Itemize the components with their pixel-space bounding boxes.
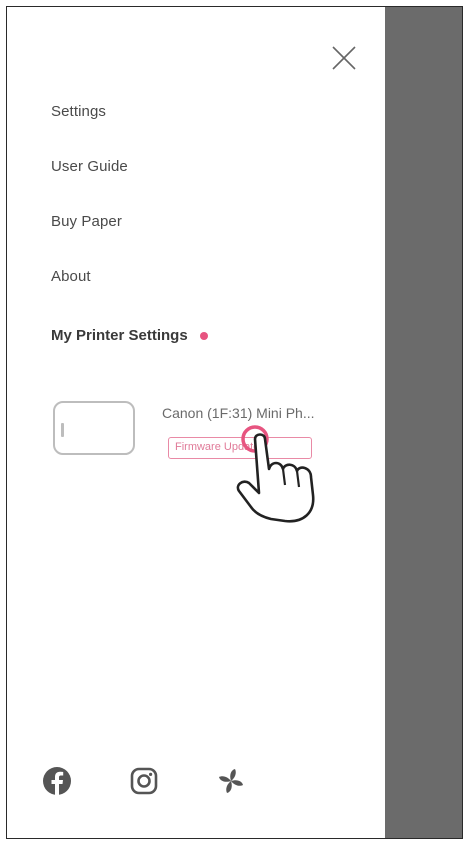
facebook-icon (43, 767, 71, 795)
section-title-label: My Printer Settings (51, 327, 188, 344)
menu-item-user-guide[interactable]: User Guide (51, 158, 128, 175)
side-drawer: Settings User Guide Buy Paper About My P… (7, 7, 385, 838)
printer-name: Canon (1F:31) Mini Ph... (162, 405, 315, 421)
dimmed-overlay[interactable] (385, 7, 462, 838)
instagram-icon (130, 767, 158, 795)
notification-dot (199, 331, 208, 340)
printer-card[interactable]: Canon (1F:31) Mini Ph... Firmware Update (51, 399, 365, 479)
close-icon (332, 46, 356, 70)
pinwheel-icon (219, 769, 243, 793)
printer-thumbnail (53, 401, 135, 455)
facebook-button[interactable] (41, 765, 73, 797)
app-frame: Settings User Guide Buy Paper About My P… (6, 6, 463, 839)
menu-item-settings[interactable]: Settings (51, 103, 106, 120)
my-printer-settings-heading: My Printer Settings (51, 327, 208, 344)
instagram-button[interactable] (128, 765, 160, 797)
firmware-update-badge[interactable]: Firmware Update (168, 437, 312, 459)
menu-item-buy-paper[interactable]: Buy Paper (51, 213, 122, 230)
close-button[interactable] (327, 41, 361, 75)
printer-slot-icon (61, 423, 64, 437)
menu-item-about[interactable]: About (51, 268, 91, 285)
pinwheel-button[interactable] (215, 765, 247, 797)
